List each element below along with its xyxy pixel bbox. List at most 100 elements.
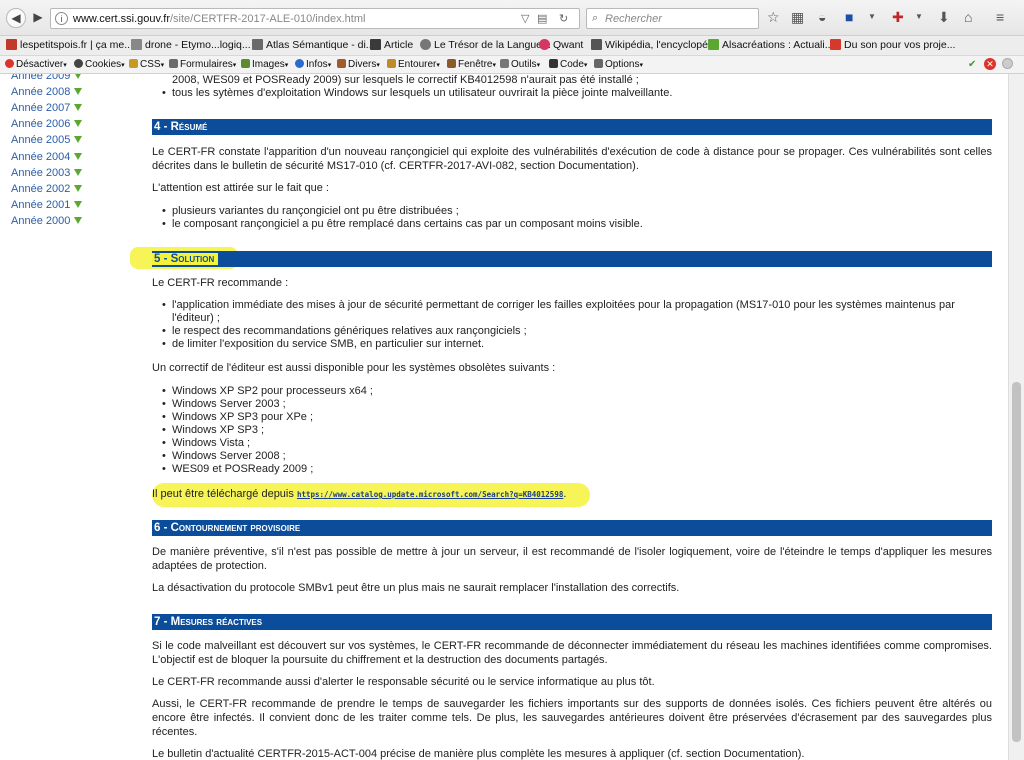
bookmark-item[interactable]: lespetitspois.fr | ça me...: [6, 39, 133, 51]
devbar-code[interactable]: Code▾: [549, 59, 587, 70]
outline-icon: [387, 59, 396, 68]
scrollbar-thumb[interactable]: [1012, 382, 1021, 742]
arrow-down-icon: [74, 136, 83, 143]
list-item: le respect des recommandations générique…: [162, 325, 992, 338]
reader-view-icon[interactable]: ▤: [537, 12, 547, 25]
pocket-icon[interactable]: ◒: [818, 9, 826, 25]
devbar-window[interactable]: Fenêtre▾: [447, 59, 496, 70]
year-link[interactable]: Année 2009: [11, 74, 83, 82]
bookmark-item[interactable]: drone - Etymo...logiq...: [131, 39, 251, 51]
forward-button[interactable]: ▶: [29, 8, 47, 28]
paragraph: Le CERT-FR recommande aussi d'alerter le…: [152, 676, 655, 688]
download-icon[interactable]: ⬇: [938, 9, 950, 25]
vertical-scrollbar[interactable]: [1008, 74, 1024, 760]
paragraph: L'attention est attirée sur le fait que …: [152, 182, 329, 194]
navigation-toolbar: ◀ ▶ i www.cert.ssi.gouv.fr/site/CERTFR-2…: [0, 0, 1024, 36]
paragraph: De manière préventive, s'il n'est pas po…: [152, 546, 992, 572]
arrow-down-icon: [74, 120, 83, 127]
favicon-icon: [420, 39, 431, 50]
devbar-tools[interactable]: Outils▾: [500, 59, 540, 70]
url-bar[interactable]: i www.cert.ssi.gouv.fr/site/CERTFR-2017-…: [50, 8, 580, 29]
list-item: Windows Server 2003 ;: [162, 398, 992, 411]
page-viewport: Année 2009 Année 2008 Année 2007 Année 2…: [0, 74, 1008, 760]
info-icon: [295, 59, 304, 68]
chevron-down-icon[interactable]: ▼: [868, 9, 876, 25]
reload-icon[interactable]: ↻: [559, 12, 568, 25]
year-link[interactable]: Année 2007: [11, 102, 83, 114]
year-link[interactable]: Année 2006: [11, 118, 83, 130]
web-developer-toolbar: Désactiver▾ Cookies▾ CSS▾ Formulaires▾ I…: [0, 56, 1024, 74]
home-icon[interactable]: ⌂: [964, 9, 972, 25]
year-link[interactable]: Année 2000: [11, 215, 83, 227]
devbar-info[interactable]: Infos▾: [295, 59, 331, 70]
back-button[interactable]: ◀: [6, 8, 26, 28]
image-icon: [241, 59, 250, 68]
list-item: Windows XP SP2 pour processeurs x64 ;: [162, 385, 992, 398]
devbar-forms[interactable]: Formulaires▾: [169, 59, 236, 70]
list-item: le composant rançongiciel a pu être remp…: [162, 218, 992, 231]
wikipedia-icon: [591, 39, 602, 50]
arrow-down-icon: [74, 88, 83, 95]
bookmark-item[interactable]: Atlas Sémantique - di...: [252, 39, 375, 51]
cookie-icon: [74, 59, 83, 68]
paragraph: Si le code malveillant est découvert sur…: [152, 640, 992, 666]
devbar-options[interactable]: Options▾: [594, 59, 643, 70]
devbar-images[interactable]: Images▾: [241, 59, 288, 70]
menu-icon[interactable]: ≡: [996, 9, 1004, 25]
devbar-css[interactable]: CSS▾: [129, 59, 164, 70]
status-circle-icon[interactable]: [1002, 58, 1013, 72]
list-item: Windows XP SP3 ;: [162, 424, 992, 437]
devbar-outline[interactable]: Entourer▾: [387, 59, 440, 70]
back-arrow-icon: ◀: [11, 11, 21, 25]
options-icon: [594, 59, 603, 68]
download-paragraph: Il peut être téléchargé depuis https://w…: [152, 488, 567, 500]
info-icon[interactable]: i: [55, 12, 68, 25]
bookmark-item[interactable]: Du son pour vos proje...: [830, 39, 955, 51]
list-item: 2008, WES09 et POSReady 2009) sur lesque…: [162, 74, 992, 87]
list-item: Windows Server 2008 ;: [162, 450, 992, 463]
chevron-down-icon[interactable]: ▼: [915, 9, 923, 25]
search-placeholder: Rechercher: [605, 13, 662, 25]
year-link[interactable]: Année 2008: [11, 86, 83, 98]
year-link[interactable]: Année 2004: [11, 151, 83, 163]
arrow-down-icon: [74, 169, 83, 176]
year-link[interactable]: Année 2003: [11, 167, 83, 179]
list-item: WES09 et POSReady 2009 ;: [162, 463, 992, 476]
year-link[interactable]: Année 2005: [11, 134, 83, 146]
arrow-down-icon: [74, 104, 83, 111]
year-link[interactable]: Année 2001: [11, 199, 83, 211]
year-link[interactable]: Année 2002: [11, 183, 83, 195]
arrow-down-icon: [74, 153, 83, 160]
devbar-misc[interactable]: Divers▾: [337, 59, 380, 70]
dropdown-icon[interactable]: ▽: [521, 12, 529, 25]
bookmark-item[interactable]: Wikipédia, l'encyclopé...: [591, 39, 717, 51]
valid-check-icon[interactable]: ✔: [968, 59, 976, 70]
search-box[interactable]: ⌕ Rechercher: [586, 8, 759, 29]
devbar-disable[interactable]: Désactiver▾: [5, 59, 67, 70]
disable-icon: [5, 59, 14, 68]
bookmark-item[interactable]: Le Trésor de la Langue...: [420, 39, 551, 51]
section-heading: 7 - Mesures réactives: [152, 614, 992, 630]
favicon-icon: [131, 39, 142, 50]
bookmark-item[interactable]: Article: [370, 39, 413, 51]
tools-icon: [500, 59, 509, 68]
devbar-cookies[interactable]: Cookies▾: [74, 59, 125, 70]
window-icon: [447, 59, 456, 68]
bookmark-item[interactable]: Alsacréations : Actuali...: [708, 39, 833, 51]
bookmark-item[interactable]: Qwant: [539, 39, 583, 51]
first-aid-icon[interactable]: ✚: [892, 9, 904, 25]
reading-list-icon[interactable]: ▦: [791, 9, 804, 25]
arrow-down-icon: [74, 74, 83, 79]
arrow-down-icon: [74, 185, 83, 192]
favicon-icon: [252, 39, 263, 50]
list-item: tous les sytèmes d'exploitation Windows …: [162, 87, 992, 100]
error-icon[interactable]: ✕: [984, 58, 996, 70]
list-item: Windows XP SP3 pour XPe ;: [162, 411, 992, 424]
forward-arrow-icon: ▶: [33, 10, 43, 24]
bookmark-star-icon[interactable]: ☆: [767, 9, 780, 25]
save-icon[interactable]: ■: [845, 9, 853, 25]
favicon-icon: [370, 39, 381, 50]
url-text: www.cert.ssi.gouv.fr/site/CERTFR-2017-AL…: [73, 13, 366, 25]
bookmarks-toolbar: lespetitspois.fr | ça me... drone - Etym…: [0, 36, 1024, 56]
catalog-download-link[interactable]: https://www.catalog.update.microsoft.com…: [297, 490, 563, 499]
